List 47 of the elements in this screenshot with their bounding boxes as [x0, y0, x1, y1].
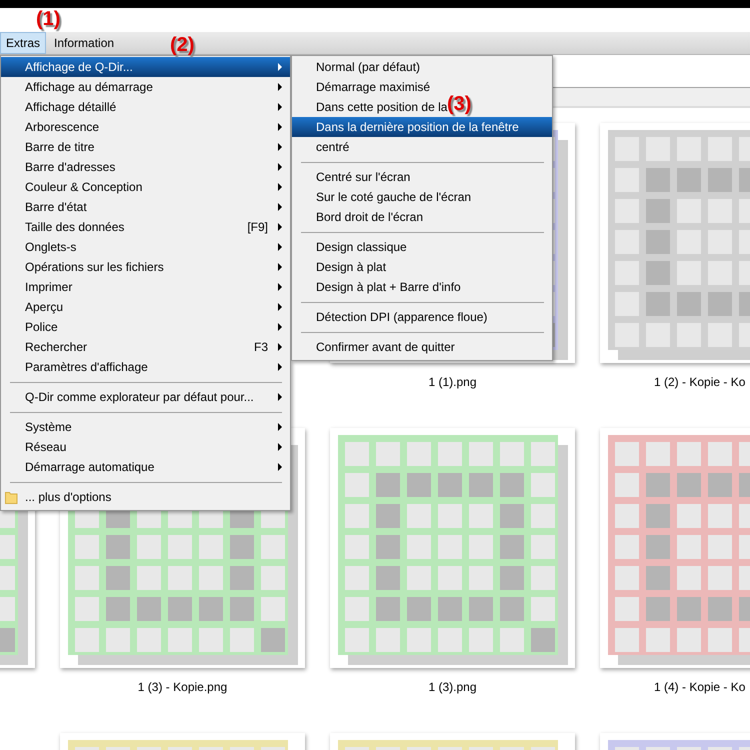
menu-item[interactable]: Démarrage maximisé	[292, 77, 430, 97]
menu-item[interactable]: Barre d'état	[1, 197, 290, 217]
menu-item[interactable]: Confirmer avant de quitter	[292, 337, 455, 357]
annotation-label: (1)	[36, 8, 60, 30]
file-name[interactable]: 1 (3).png	[428, 680, 477, 694]
menu-item[interactable]: Imprimer	[1, 277, 290, 297]
menu-item[interactable]: Opérations sur les fichiers	[1, 257, 290, 277]
menu-item[interactable]: Design à plat + Barre d'info	[292, 277, 461, 297]
menu-item[interactable]: Design classique	[292, 237, 407, 257]
annotation-label: (3)	[447, 93, 472, 115]
file-name[interactable]: 1 (1).png	[428, 375, 477, 389]
menu-item[interactable]: Sur le coté gauche de l'écran	[292, 187, 472, 207]
menu-item[interactable]: Design à plat	[292, 257, 386, 277]
menu-item[interactable]: Bord droit de l'écran	[292, 207, 424, 227]
menu-item[interactable]: Couleur & Conception	[1, 177, 290, 197]
menu-item[interactable]: Barre de titre	[1, 137, 290, 157]
menu-item[interactable]: Affichage au démarrage	[1, 77, 290, 97]
menu-item[interactable]: ... plus d'options	[1, 487, 290, 507]
menu-item[interactable]: Taille des données [F9]	[1, 217, 290, 237]
menu-item[interactable]: centré	[292, 137, 350, 157]
menu-item[interactable]: Q-Dir comme explorateur par défaut pour...	[1, 387, 290, 407]
file-name[interactable]: 1 (4) - Kopie - Ko	[654, 680, 746, 694]
menu-item[interactable]: Affichage de Q-Dir...	[1, 57, 290, 77]
menu-item[interactable]: Normal (par défaut)	[292, 57, 420, 77]
menu-item[interactable]: Système	[1, 417, 290, 437]
menu-bar-item[interactable]: Extras	[0, 32, 46, 54]
menu-bar-item[interactable]: Information	[48, 32, 120, 54]
menu-item[interactable]: Démarrage automatique	[1, 457, 290, 477]
menu-item[interactable]: Dans la dernière position de la fenêtre	[292, 117, 552, 137]
menu-item[interactable]: Centré sur l'écran	[292, 167, 410, 187]
menu-item[interactable]: Affichage détaillé	[1, 97, 290, 117]
shortcut-text: [F9]	[247, 219, 268, 236]
folder-icon	[5, 491, 18, 504]
menu-item[interactable]: Aperçu	[1, 297, 290, 317]
menu-item[interactable]: Barre d'adresses	[1, 157, 290, 177]
shortcut-text: F3	[254, 339, 268, 356]
menu-item[interactable]: Détection DPI (apparence floue)	[292, 307, 488, 327]
menu-item[interactable]: Réseau	[1, 437, 290, 457]
annotation-label: (2)	[170, 34, 194, 56]
menu-item[interactable]: Police	[1, 317, 290, 337]
menu-item[interactable]: Rechercher F3	[1, 337, 290, 357]
menu-item[interactable]: Arborescence	[1, 117, 290, 137]
file-name[interactable]: 1 (3) - Kopie.png	[138, 680, 228, 694]
menu-item[interactable]: Dans cette position de la	[292, 97, 448, 117]
file-name[interactable]: 1 (2) - Kopie - Ko	[654, 375, 746, 389]
menu-item[interactable]: Onglets-s	[1, 237, 290, 257]
menu-item[interactable]: Paramètres d'affichage	[1, 357, 290, 377]
